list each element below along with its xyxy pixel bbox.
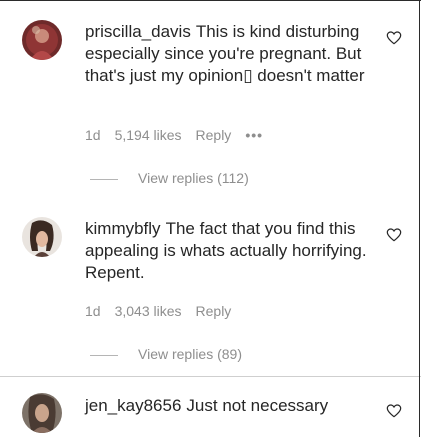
comment-body: priscilla_davis This is kind disturbing e…: [85, 21, 369, 87]
reply-button[interactable]: Reply: [196, 303, 232, 319]
view-replies-button[interactable]: View replies (89): [90, 346, 242, 362]
top-border: [0, 0, 421, 1]
heart-outline-icon[interactable]: [386, 30, 402, 46]
username[interactable]: jen_kay8656: [85, 396, 181, 415]
likes-count[interactable]: 5,194 likes: [115, 127, 182, 143]
avatar[interactable]: [22, 20, 62, 60]
more-options-icon[interactable]: •••: [245, 127, 263, 143]
comments-panel: priscilla_davis This is kind disturbing e…: [0, 0, 421, 437]
avatar[interactable]: [22, 217, 62, 257]
comment-body: jen_kay8656 Just not necessary: [85, 395, 369, 417]
comment-text: Just not necessary: [186, 396, 329, 415]
right-border: [419, 0, 420, 437]
view-replies-label[interactable]: View replies (112): [138, 170, 249, 186]
heart-outline-icon[interactable]: [386, 227, 402, 243]
heart-outline-icon[interactable]: [386, 403, 402, 419]
likes-count[interactable]: 3,043 likes: [115, 303, 182, 319]
view-replies-label[interactable]: View replies (89): [138, 346, 242, 362]
username[interactable]: priscilla_davis: [85, 22, 191, 41]
reply-button[interactable]: Reply: [196, 127, 232, 143]
comment-meta: 1d 3,043 likes Reply: [85, 303, 245, 319]
replies-divider: [90, 178, 118, 180]
comment-meta: 1d 5,194 likes Reply •••: [85, 127, 277, 143]
replies-divider: [90, 354, 118, 356]
view-replies-button[interactable]: View replies (112): [90, 170, 249, 186]
comment-body: kimmybfly The fact that you find this app…: [85, 218, 369, 284]
timestamp: 1d: [85, 127, 101, 143]
avatar[interactable]: [22, 393, 62, 433]
timestamp: 1d: [85, 303, 101, 319]
username[interactable]: kimmybfly: [85, 219, 161, 238]
section-divider: [0, 376, 421, 377]
